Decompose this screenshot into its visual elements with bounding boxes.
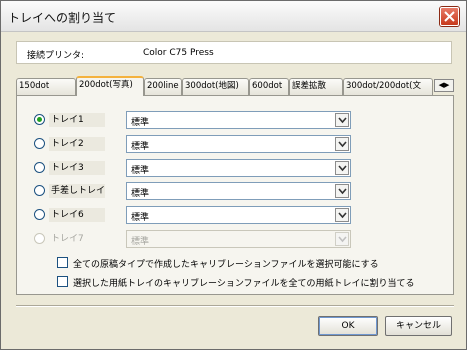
tab-150dot[interactable]: 150dot [16,78,76,95]
divider [16,305,454,307]
chevron-down-icon [338,212,347,219]
title-bar[interactable]: トレイへの割り当て [1,1,466,32]
tab-panel: トレイ1 標準 トレイ2 標準 トレイ3 標準 手差しトレイ 標準 トレイ6 標… [16,95,454,295]
dropdown-button[interactable] [335,113,349,127]
tab-200dot-photo[interactable]: 200dot(写真) [76,76,144,96]
assign-all-trays-checkbox[interactable] [57,276,68,287]
tray-row-7: トレイ7 標準 [17,230,455,248]
bypass-tray-select[interactable]: 標準 [126,182,351,200]
dropdown-button[interactable] [335,208,349,222]
bypass-tray-radio[interactable] [34,185,45,196]
dropdown-button [335,232,349,246]
dropdown-button[interactable] [335,137,349,151]
tab-scroll-buttons[interactable]: ◀▶ [434,79,454,92]
tab-600dot[interactable]: 600dot [249,78,289,95]
tray-7-select: 標準 [126,230,351,248]
assign-all-trays-label: 選択した用紙トレイのキャリブレーションファイルを全ての用紙トレイに割り当てる [73,279,415,289]
tray-row-6: トレイ6 標準 [17,206,455,224]
printer-info-panel: 接続プリンタ: Color C75 Press [16,41,452,64]
tray-7-radio [34,233,45,244]
close-button[interactable] [440,7,459,26]
tray-7-label: トレイ7 [51,234,84,244]
tray-1-radio[interactable] [34,114,45,125]
tray-6-radio[interactable] [34,209,45,220]
ok-button[interactable]: OK [318,316,378,336]
window-title: トレイへの割り当て [8,11,117,25]
tray-2-select[interactable]: 標準 [126,135,351,153]
tray-6-select[interactable]: 標準 [126,206,351,224]
tray-6-label: トレイ6 [49,208,105,222]
cancel-button[interactable]: キャンセル [385,316,452,336]
tray-2-select-value: 標準 [131,142,150,152]
bypass-tray-label: 手差しトレイ [49,184,106,198]
close-icon [444,11,455,22]
tab-200line[interactable]: 200line [144,78,182,95]
option-select-all-types[interactable]: 全ての原稿タイプで作成したキャリブレーションファイルを選択可能にする [57,256,417,270]
tray-3-select[interactable]: 標準 [126,159,351,177]
tab-error-diffusion[interactable]: 誤差拡散 [289,78,343,95]
chevron-down-icon [338,188,347,195]
chevron-down-icon [338,236,347,243]
tray-7-select-value: 標準 [131,237,150,247]
bypass-tray-select-value: 標準 [131,189,150,199]
tray-row-2: トレイ2 標準 [17,135,455,153]
dropdown-button[interactable] [335,161,349,175]
screen-type-tabs: 150dot 200dot(写真) 200line 300dot(地図) 600… [16,76,454,96]
tray-1-label: トレイ1 [49,113,105,127]
tray-1-select[interactable]: 標準 [126,111,351,129]
dialog-window: トレイへの割り当て 接続プリンタ: Color C75 Press 150dot… [0,0,467,350]
scroll-right-icon[interactable]: ▶ [444,81,449,89]
chevron-down-icon [338,165,347,172]
tray-row-3: トレイ3 標準 [17,159,455,177]
chevron-down-icon [338,141,347,148]
tab-300dot-200dot[interactable]: 300dot/200dot(文 [343,78,433,95]
tray-3-label: トレイ3 [49,161,105,175]
dropdown-button[interactable] [335,184,349,198]
tray-3-radio[interactable] [34,162,45,173]
select-all-types-checkbox[interactable] [57,257,68,268]
printer-name: Color C75 Press [143,48,214,58]
tray-6-select-value: 標準 [131,213,150,223]
printer-label: 接続プリンタ: [27,51,85,61]
tab-300dot-map[interactable]: 300dot(地図) [182,78,249,95]
tray-2-label: トレイ2 [49,137,105,151]
tray-1-select-value: 標準 [131,118,150,128]
tray-row-1: トレイ1 標準 [17,111,455,129]
tray-3-select-value: 標準 [131,166,150,176]
option-assign-all-trays[interactable]: 選択した用紙トレイのキャリブレーションファイルを全ての用紙トレイに割り当てる [57,275,417,289]
chevron-down-icon [338,117,347,124]
select-all-types-label: 全ての原稿タイプで作成したキャリブレーションファイルを選択可能にする [73,260,379,270]
tray-2-radio[interactable] [34,138,45,149]
tray-row-bypass: 手差しトレイ 標準 [17,182,455,200]
